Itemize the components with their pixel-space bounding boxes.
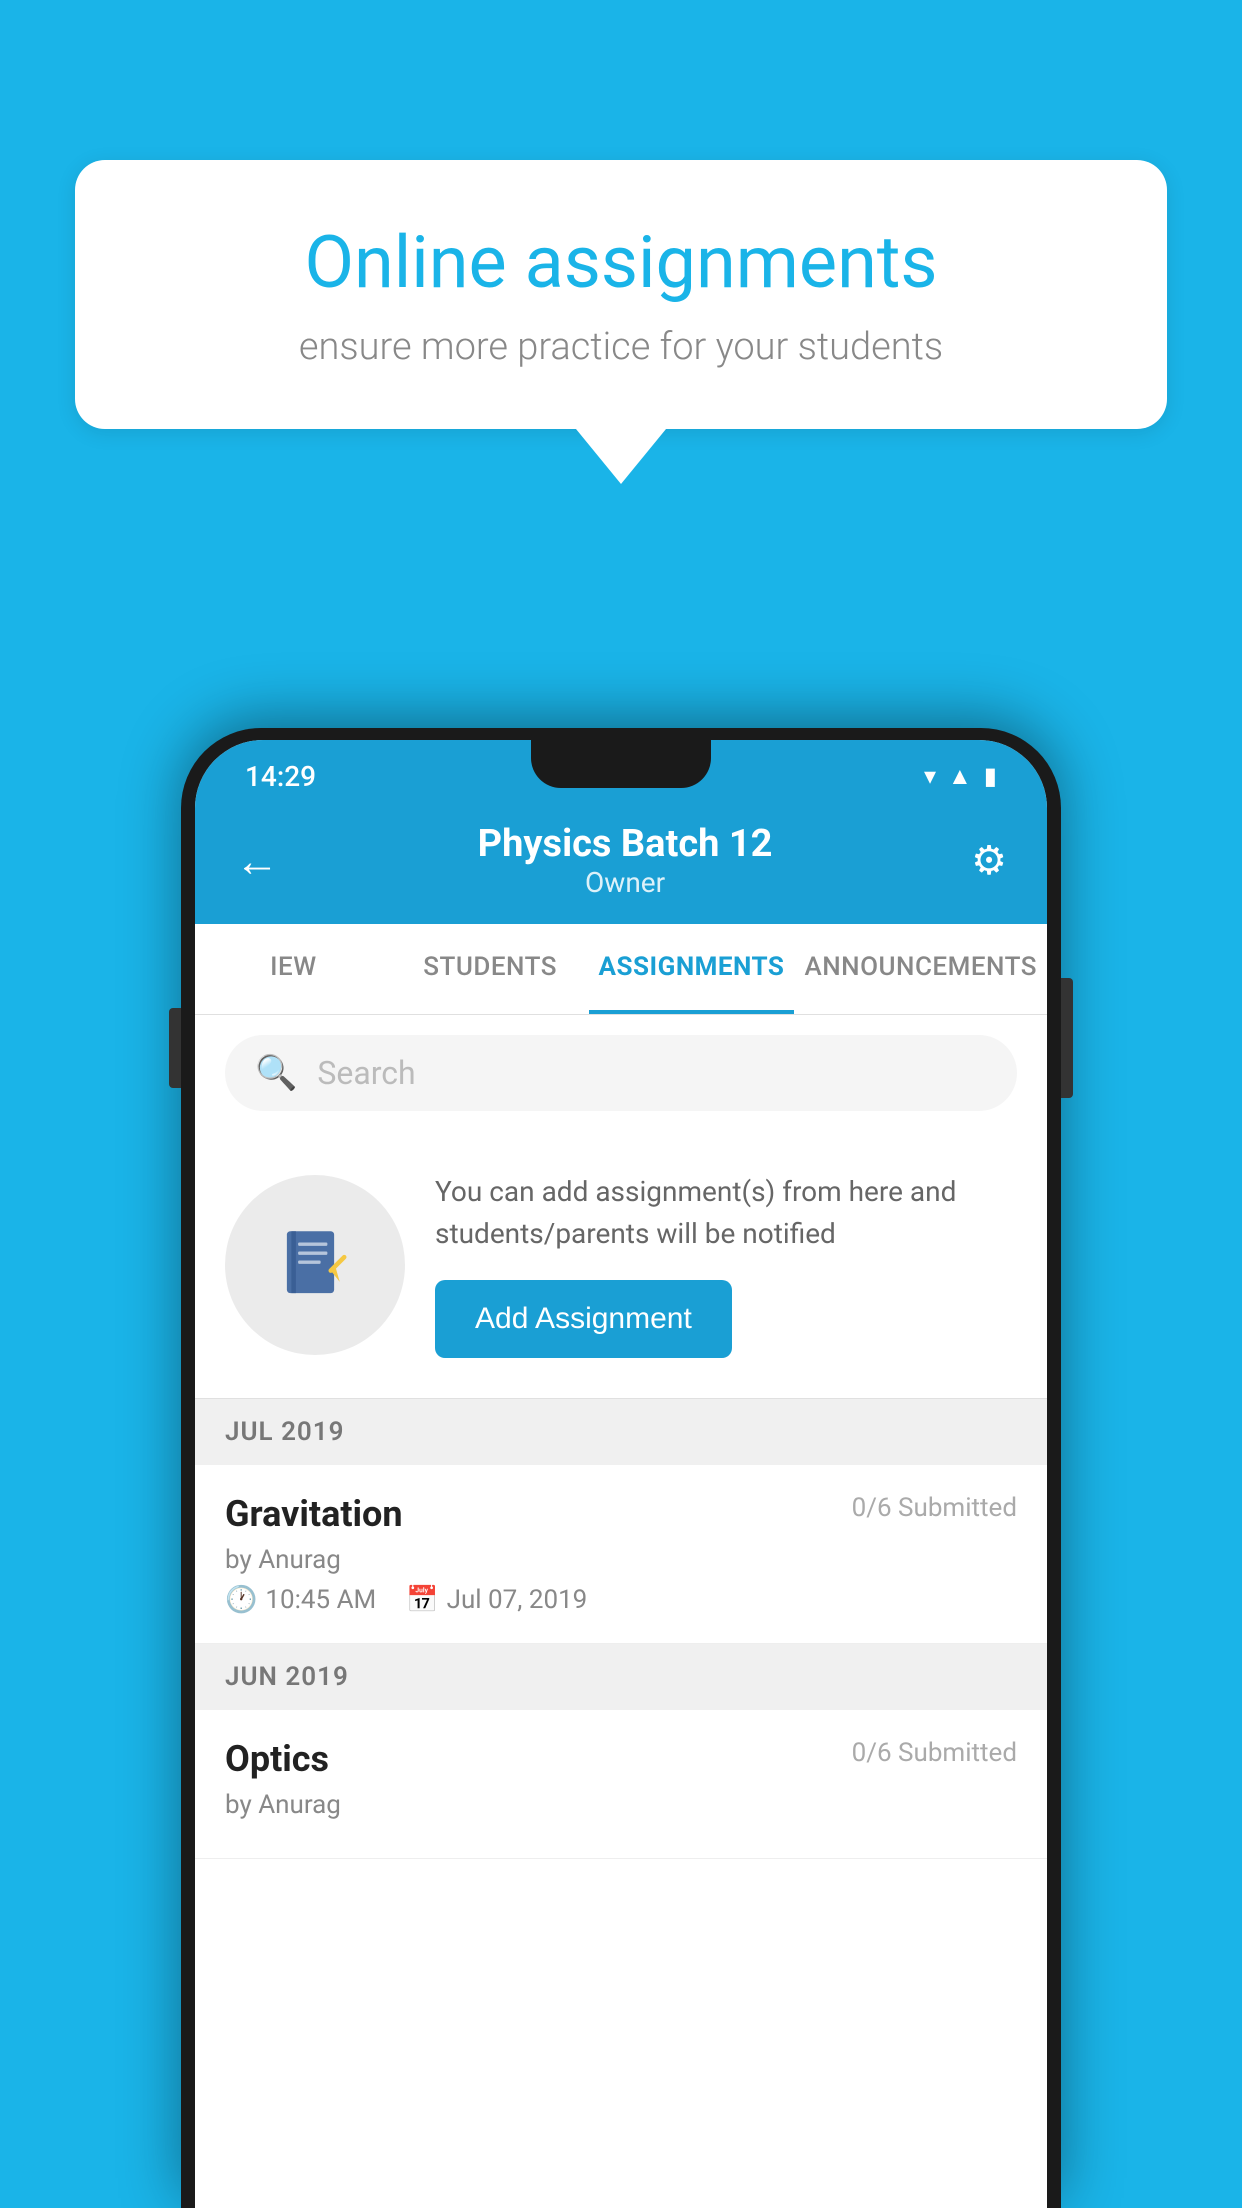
header-subtitle: Owner [478, 866, 773, 899]
tab-students[interactable]: STUDENTS [392, 924, 589, 1014]
phone-side-button-left [169, 1008, 181, 1088]
notebook-icon [270, 1220, 360, 1310]
search-icon: 🔍 [255, 1053, 297, 1093]
section-header-jul: JUL 2019 [195, 1399, 1047, 1465]
header-title: Physics Batch 12 [478, 822, 773, 866]
section-label-jun: JUN 2019 [225, 1662, 349, 1692]
assignment-meta-gravitation: 🕐 10:45 AM 📅 Jul 07, 2019 [225, 1585, 1017, 1615]
hero-section: Online assignments ensure more practice … [75, 160, 1167, 484]
assignment-submitted-gravitation: 0/6 Submitted [852, 1493, 1017, 1523]
assignment-date-gravitation: 📅 Jul 07, 2019 [406, 1585, 587, 1615]
phone-side-button-right [1061, 978, 1073, 1098]
tab-iew[interactable]: IEW [195, 924, 392, 1014]
hero-subtitle: ensure more practice for your students [145, 325, 1097, 369]
phone-notch [531, 740, 711, 788]
assignment-icon-circle [225, 1175, 405, 1355]
speech-bubble-arrow [576, 429, 666, 484]
search-container: 🔍 Search [195, 1015, 1047, 1131]
calendar-icon: 📅 [406, 1585, 438, 1615]
assignment-info: You can add assignment(s) from here and … [435, 1171, 1017, 1358]
search-placeholder: Search [317, 1054, 415, 1092]
assignment-time-gravitation: 🕐 10:45 AM [225, 1585, 376, 1615]
clock-icon: 🕐 [225, 1585, 257, 1615]
assignment-description: You can add assignment(s) from here and … [435, 1171, 1017, 1255]
assignment-item-gravitation[interactable]: Gravitation 0/6 Submitted by Anurag 🕐 10… [195, 1465, 1047, 1644]
settings-button[interactable]: ⚙ [971, 837, 1007, 884]
wifi-icon: ▾ [924, 762, 936, 790]
tab-assignments[interactable]: ASSIGNMENTS [589, 924, 795, 1014]
app-header: ← Physics Batch 12 Owner ⚙ [195, 802, 1047, 924]
section-header-jun: JUN 2019 [195, 1644, 1047, 1710]
assignment-by-gravitation: by Anurag [225, 1545, 1017, 1575]
tabs: IEW STUDENTS ASSIGNMENTS ANNOUNCEMENTS [195, 924, 1047, 1015]
assignment-item-optics-header: Optics 0/6 Submitted [225, 1738, 1017, 1780]
assignment-item-header: Gravitation 0/6 Submitted [225, 1493, 1017, 1535]
signal-icon: ▲ [948, 762, 972, 791]
phone-frame: 14:29 ▾ ▲ ▮ ← Physics Batch 12 Owner ⚙ I… [181, 728, 1061, 2208]
back-button[interactable]: ← [235, 835, 279, 887]
hero-title: Online assignments [145, 220, 1097, 305]
assignment-submitted-optics: 0/6 Submitted [852, 1738, 1017, 1768]
speech-bubble: Online assignments ensure more practice … [75, 160, 1167, 429]
section-label-jul: JUL 2019 [225, 1417, 345, 1447]
phone-screen: 14:29 ▾ ▲ ▮ ← Physics Batch 12 Owner ⚙ I… [195, 740, 1047, 2208]
add-assignment-button[interactable]: Add Assignment [435, 1280, 732, 1358]
assignment-by-optics: by Anurag [225, 1790, 1017, 1820]
header-center: Physics Batch 12 Owner [478, 822, 773, 899]
status-icons: ▾ ▲ ▮ [924, 762, 997, 791]
status-time: 14:29 [245, 760, 316, 793]
tab-announcements[interactable]: ANNOUNCEMENTS [794, 924, 1047, 1014]
assignment-date-value: Jul 07, 2019 [447, 1585, 588, 1615]
add-assignment-section: You can add assignment(s) from here and … [195, 1131, 1047, 1399]
assignment-time-value: 10:45 AM [265, 1585, 376, 1615]
assignment-item-optics[interactable]: Optics 0/6 Submitted by Anurag [195, 1710, 1047, 1859]
battery-icon: ▮ [984, 762, 997, 790]
assignment-name-optics: Optics [225, 1738, 329, 1780]
search-bar[interactable]: 🔍 Search [225, 1035, 1017, 1111]
assignment-name-gravitation: Gravitation [225, 1493, 403, 1535]
